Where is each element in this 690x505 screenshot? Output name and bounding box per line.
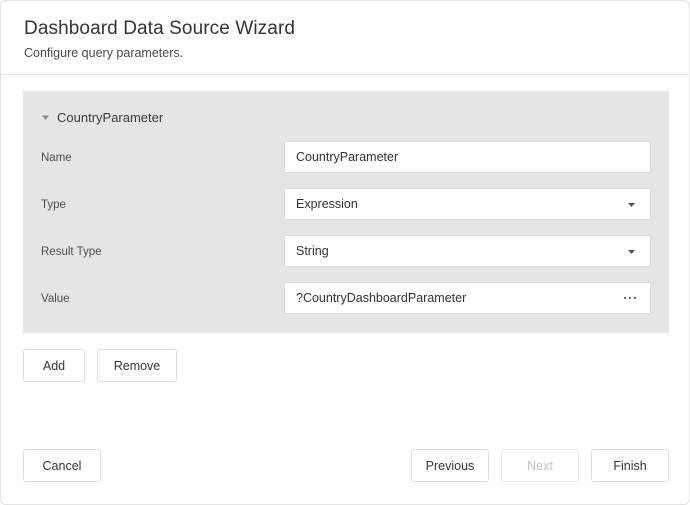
triangle-down-icon[interactable] — [40, 112, 50, 122]
value-input[interactable]: ?CountryDashboardParameter — [284, 282, 651, 314]
name-input[interactable]: CountryParameter — [284, 141, 651, 173]
result-type-dropdown-value: String — [296, 244, 329, 258]
parameter-panel: CountryParameter Name CountryParameter T… — [23, 91, 669, 333]
value-input-value: ?CountryDashboardParameter — [296, 291, 467, 305]
page-title: Dashboard Data Source Wizard — [24, 18, 296, 39]
parameter-fields: Name CountryParameter Type Expression Re… — [23, 138, 669, 326]
previous-button[interactable]: Previous — [411, 449, 489, 482]
wizard-footer: Cancel Previous Next Finish — [23, 449, 669, 482]
cancel-button[interactable]: Cancel — [23, 449, 101, 482]
field-label-name: Name — [41, 152, 72, 164]
type-dropdown[interactable]: Expression — [284, 188, 651, 220]
form-row-type: Type Expression — [23, 185, 669, 232]
form-row-value: Value ?CountryDashboardParameter — [23, 279, 669, 326]
field-label-value: Value — [41, 293, 70, 305]
parameter-panel-header[interactable]: CountryParameter — [23, 102, 669, 132]
parameter-actions: Add Remove — [23, 349, 177, 382]
form-row-name: Name CountryParameter — [23, 138, 669, 185]
name-input-value: CountryParameter — [296, 150, 399, 164]
parameter-panel-title: CountryParameter — [57, 109, 164, 125]
type-dropdown-value: Expression — [296, 197, 358, 211]
footer-left-actions: Cancel — [23, 449, 101, 482]
finish-button[interactable]: Finish — [591, 449, 669, 482]
form-row-result-type: Result Type String — [23, 232, 669, 279]
field-label-result-type: Result Type — [41, 246, 102, 258]
field-label-type: Type — [41, 199, 66, 211]
add-button[interactable]: Add — [23, 349, 85, 382]
wizard-header: Dashboard Data Source Wizard Configure q… — [1, 1, 689, 75]
ellipsis-dot — [633, 296, 636, 300]
footer-right-actions: Previous Next Finish — [411, 449, 669, 482]
ellipsis-dot — [623, 296, 626, 300]
next-button: Next — [501, 449, 579, 482]
result-type-dropdown[interactable]: String — [284, 235, 651, 267]
dashboard-data-source-wizard: Dashboard Data Source Wizard Configure q… — [0, 0, 690, 505]
remove-button[interactable]: Remove — [97, 349, 177, 382]
ellipsis-icon[interactable] — [623, 296, 636, 300]
chevron-down-icon[interactable] — [626, 246, 636, 256]
chevron-down-icon[interactable] — [626, 199, 636, 209]
ellipsis-dot — [628, 296, 631, 300]
page-subtitle: Configure query parameters. — [24, 46, 184, 60]
